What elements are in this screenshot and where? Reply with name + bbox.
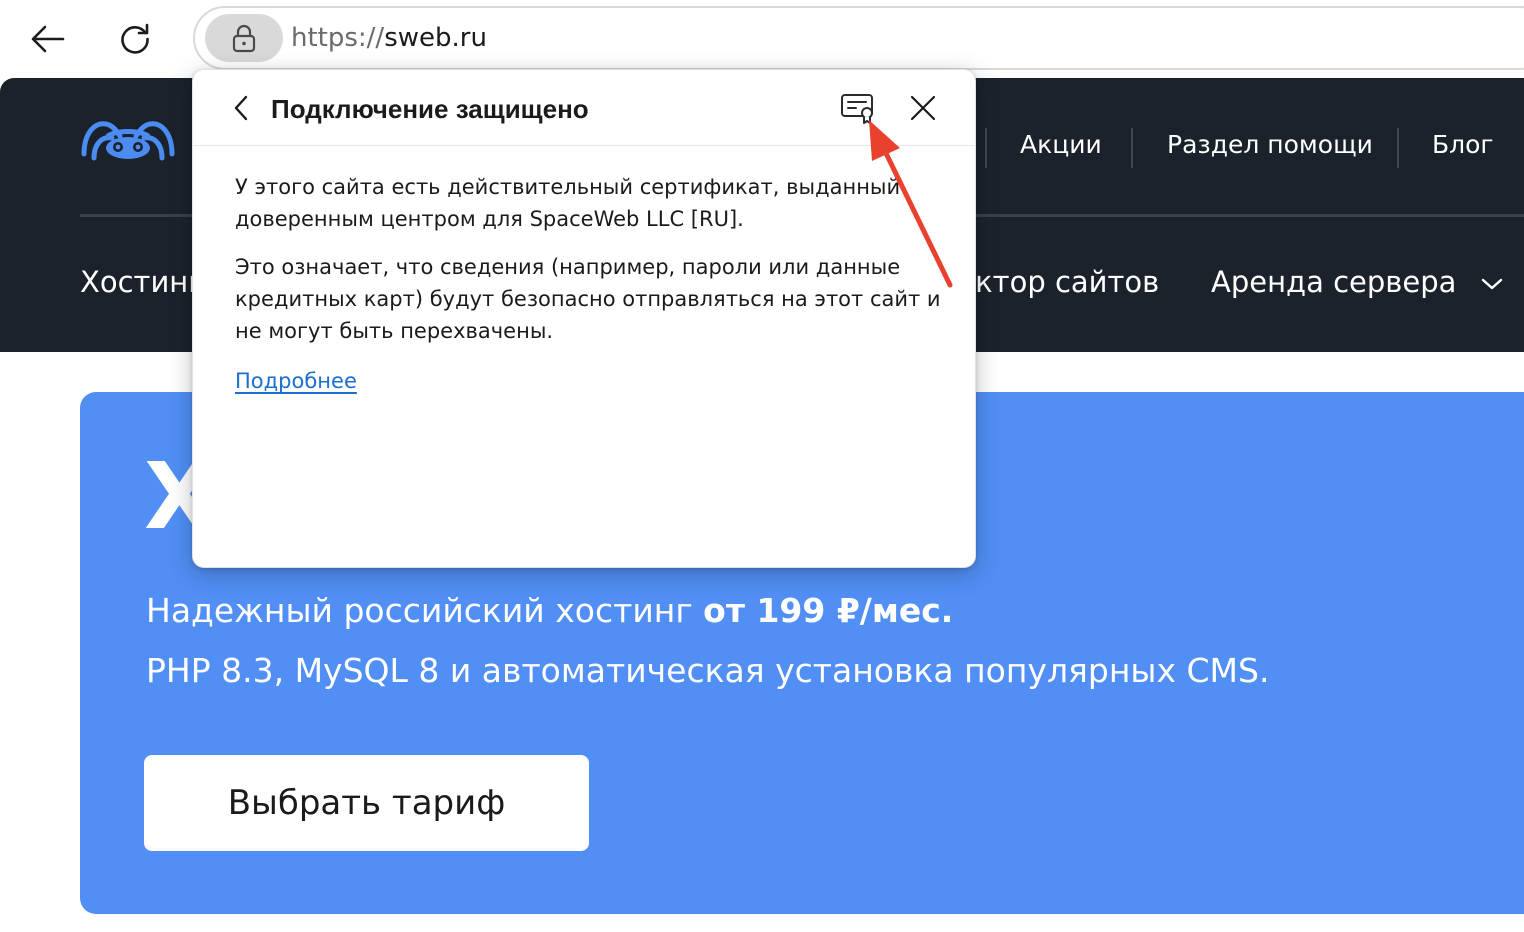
hero-tagline-text: Надежный российский хостинг [146,591,704,630]
popover-privacy-text: Это означает, что сведения (например, па… [235,255,941,343]
url-scheme: https:// [291,23,385,53]
url-text[interactable]: https://sweb.ru [291,22,487,54]
main-nav-site-builder[interactable]: уктор сайтов [958,264,1159,300]
hero-price: от 199 ₽/мес. [703,591,954,630]
reload-icon [121,23,149,54]
top-nav-blog[interactable]: Блог [1432,130,1494,159]
nav-separator [1131,128,1133,168]
learn-more-link[interactable]: Подробнее [235,366,357,396]
reload-button[interactable] [110,14,160,64]
lock-icon [232,24,256,53]
chevron-left-icon [234,95,248,121]
certificate-icon [841,94,873,124]
back-button[interactable] [22,14,72,64]
popover-back-button[interactable] [225,92,257,124]
hero-tagline: Надежный российский хостинг от 199 ₽/мес… [146,590,953,632]
view-certificate-button[interactable] [839,90,879,126]
nav-separator [985,128,987,168]
address-bar[interactable]: https://sweb.ru [193,6,1524,70]
chevron-down-icon [1481,278,1502,290]
choose-plan-button[interactable]: Выбрать тариф [144,755,589,851]
close-icon [910,95,936,121]
popover-divider [193,145,975,146]
popover-title: Подключение защищено [271,94,589,124]
site-info-button[interactable] [205,14,283,62]
url-host: sweb.ru [384,23,487,53]
hero-features: PHP 8.3, MySQL 8 и автоматическая устано… [146,651,1270,690]
main-nav-hosting[interactable]: Хостинг [80,264,204,300]
main-nav-server-rent[interactable]: Аренда сервера [1211,264,1504,300]
nav-separator [1397,128,1399,168]
main-nav-server-rent-label: Аренда сервера [1211,265,1457,299]
popover-close-button[interactable] [903,90,943,126]
arrow-left-icon [31,25,65,53]
popover-certificate-text: У этого сайта есть действительный сертиф… [235,175,901,231]
site-security-popover: Подключение защищено У этого сайта есть … [192,69,976,568]
top-nav-help[interactable]: Раздел помощи [1167,130,1373,159]
top-nav-promo[interactable]: Акции [1020,130,1102,159]
browser-toolbar: https://sweb.ru [0,0,1524,78]
